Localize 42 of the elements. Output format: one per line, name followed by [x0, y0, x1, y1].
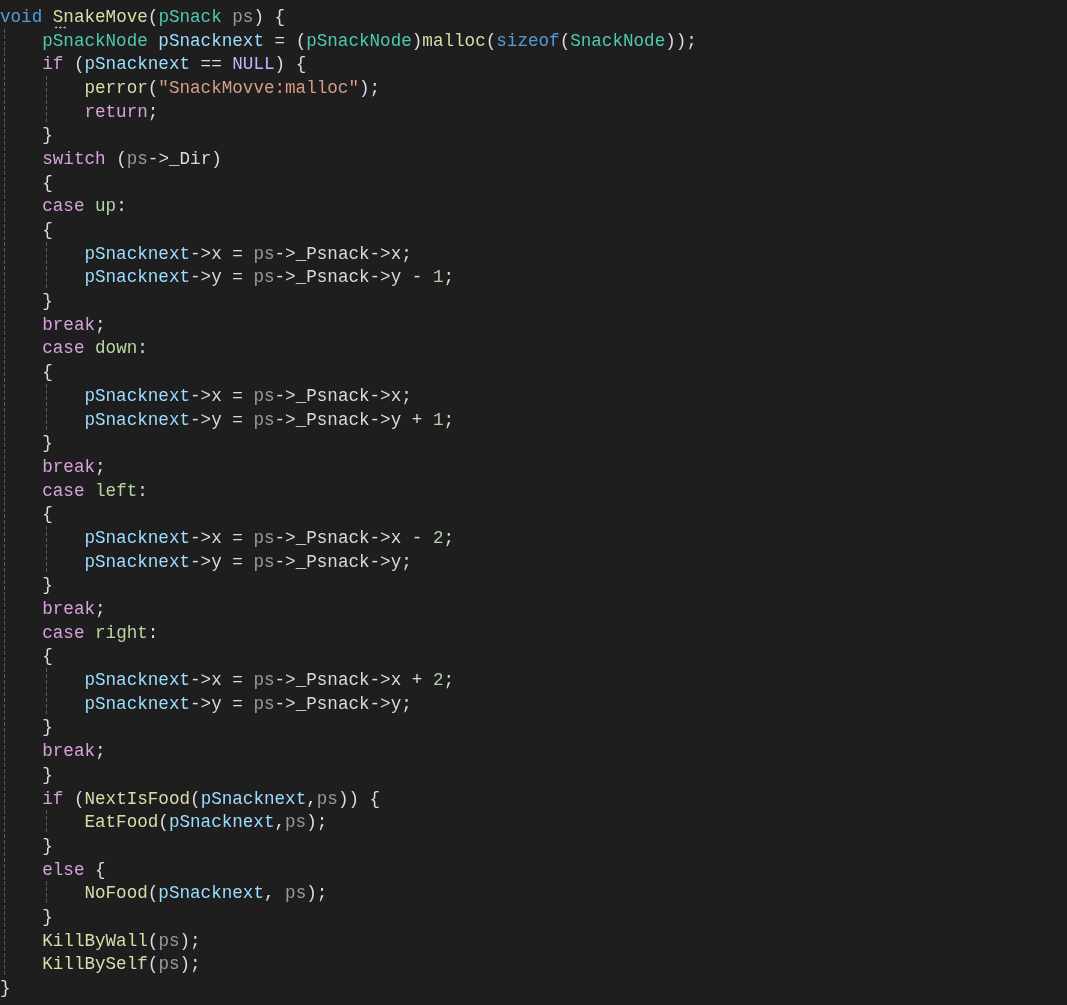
code-line: pSnacknext->x = ps->_Psnack->x; — [84, 385, 412, 406]
code-line: if (NextIsFood(pSnacknext,ps)) { — [42, 788, 381, 809]
code-line: KillByWall(ps); — [42, 930, 201, 951]
code-line: NoFood(pSnacknext, ps); — [84, 883, 328, 904]
code-line: } — [42, 764, 53, 785]
code-line: perror("SnackMovve:malloc"); — [84, 77, 381, 98]
code-line: break; — [42, 314, 106, 335]
code-line: else { — [42, 859, 106, 880]
code-line: switch (ps->_Dir) — [42, 148, 222, 169]
code-line: if (pSnacknext == NULL) { — [42, 54, 307, 75]
code-line: EatFood(pSnacknext,ps); — [84, 812, 328, 833]
code-line: KillBySelf(ps); — [42, 954, 201, 975]
code-line: } — [42, 291, 53, 312]
code-line: break; — [42, 599, 106, 620]
code-line: { — [42, 220, 53, 241]
code-line: pSnackNode pSnacknext = (pSnackNode)malloc(sizeof(SnackNode)); — [42, 30, 697, 51]
code-line: } — [42, 717, 53, 738]
code-line: break; — [42, 741, 106, 762]
code-line: return; — [84, 101, 159, 122]
code-line: } — [42, 433, 53, 454]
code-line: pSnacknext->y = ps->_Psnack->y + 1; — [84, 409, 455, 430]
code-line: case down: — [42, 338, 148, 359]
code-line: { — [42, 504, 53, 525]
code-line: pSnacknext->y = ps->_Psnack->y; — [84, 693, 412, 714]
code-line: pSnacknext->x = ps->_Psnack->x; — [84, 243, 412, 264]
code-line: pSnacknext->y = ps->_Psnack->y - 1; — [84, 267, 455, 288]
code-line: { — [42, 362, 53, 383]
code-line: { — [42, 646, 53, 667]
code-line: } — [0, 978, 11, 999]
code-line: } — [42, 575, 53, 596]
code-line: } — [42, 835, 53, 856]
code-line: pSnacknext->y = ps->_Psnack->y; — [84, 551, 412, 572]
code-line: pSnacknext->x = ps->_Psnack->x - 2; — [84, 527, 455, 548]
code-line: void SnakeMove(pSnack ps) { — [0, 6, 286, 27]
code-line: { — [42, 172, 53, 193]
code-line: case left: — [42, 480, 148, 501]
code-line: } — [42, 906, 53, 927]
code-line: } — [42, 125, 53, 146]
code-line: break; — [42, 456, 106, 477]
code-line: case right: — [42, 622, 159, 643]
code-line: case up: — [42, 196, 127, 217]
code-line: pSnacknext->x = ps->_Psnack->x + 2; — [84, 670, 455, 691]
